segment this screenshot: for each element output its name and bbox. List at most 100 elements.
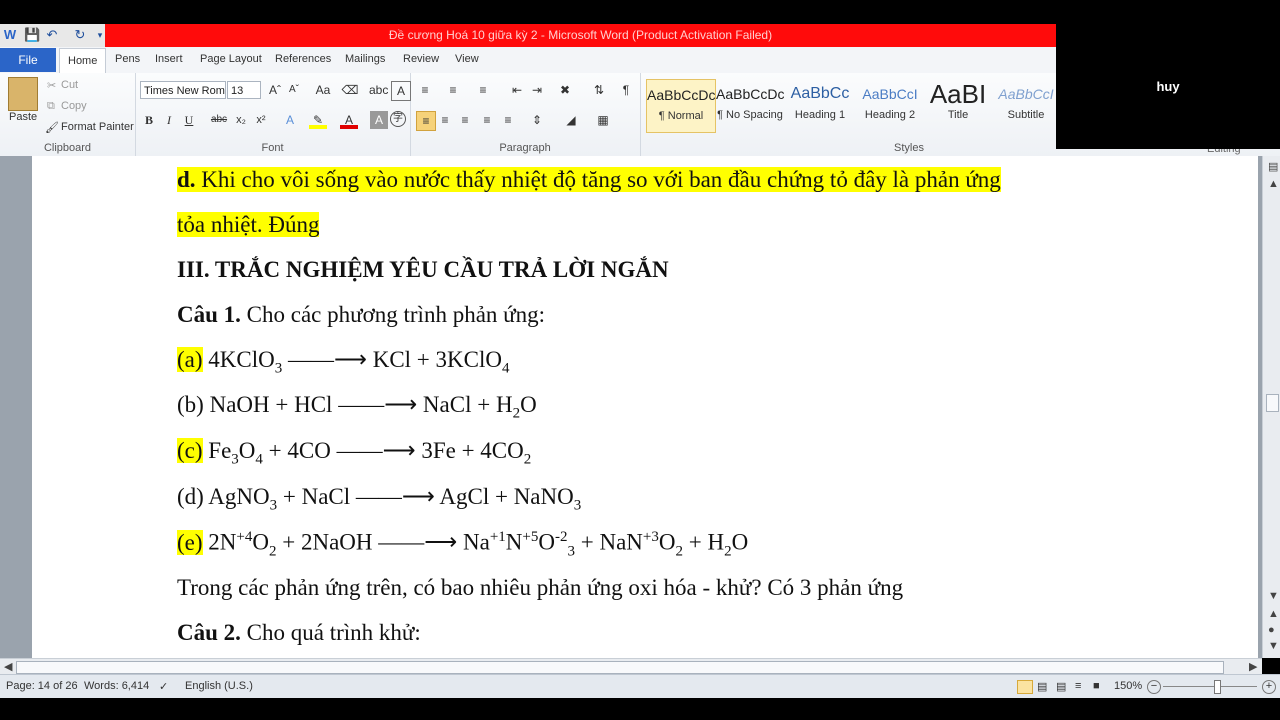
justify-icon[interactable]: ≡ (478, 111, 496, 129)
style-heading-1[interactable]: AaBbCc Heading 1 (786, 79, 854, 131)
proofing-icon[interactable]: ✓ (159, 680, 168, 693)
grow-font-icon[interactable]: Aˆ (266, 81, 284, 99)
paste-button[interactable]: Paste (9, 111, 37, 123)
doc-line-d-cont: tỏa nhiệt. Đúng (177, 212, 320, 238)
horizontal-scrollbar[interactable]: ◀ ▶ (0, 658, 1262, 675)
style-title[interactable]: AaBI Title (924, 79, 992, 131)
browse-object-icon[interactable]: ● (1268, 624, 1275, 636)
tab-view[interactable]: View (455, 53, 479, 65)
line-spacing-icon[interactable]: ⇕ (528, 111, 546, 129)
shrink-font-icon[interactable]: Aˇ (285, 81, 303, 99)
reaction-arrow: ——⟶ (378, 529, 458, 555)
reaction-c: (c) Fe3O4 + 4CO ——⟶ 3Fe + 4CO2 (177, 438, 532, 468)
tab-page-layout[interactable]: Page Layout (200, 53, 262, 65)
font-size-select[interactable]: 13 (227, 81, 261, 99)
align-center-icon[interactable]: ≡ (436, 111, 454, 129)
style-name: ¶ No Spacing (717, 109, 783, 121)
show-formatting-icon[interactable]: ¶ (617, 81, 635, 99)
tab-home[interactable]: Home (59, 48, 107, 73)
scroll-left-icon[interactable]: ◀ (4, 660, 12, 673)
tab-insert[interactable]: Insert (155, 53, 183, 65)
shading-icon[interactable]: ◢ (562, 111, 580, 129)
distributed-icon[interactable]: ≡ (499, 111, 517, 129)
previous-page-icon[interactable]: ▲ (1268, 608, 1279, 620)
clear-formatting-icon[interactable]: ⌫ (341, 81, 359, 99)
format-painter-icon: 🖌 (45, 122, 59, 134)
scroll-up-icon[interactable]: ▲ (1268, 178, 1279, 190)
italic-icon[interactable]: I (160, 111, 178, 129)
reaction-arrow: ——⟶ (336, 438, 416, 463)
format-painter-button[interactable]: Format Painter (61, 121, 134, 133)
borders-icon[interactable]: ▦ (594, 111, 612, 129)
style-subtitle[interactable]: AaBbCcI Subtitle (992, 79, 1060, 131)
subscript-icon[interactable]: x₂ (232, 111, 250, 129)
align-left-icon[interactable]: ≡ (416, 111, 436, 131)
align-right-icon[interactable]: ≡ (456, 111, 474, 129)
redo-icon[interactable]: ↻ (72, 27, 88, 43)
save-icon[interactable]: 💾 (24, 27, 40, 43)
strikethrough-icon[interactable]: abc (210, 111, 228, 129)
zoom-in-icon[interactable]: + (1262, 680, 1276, 694)
word-count[interactable]: Words: 6,414 (84, 680, 149, 692)
reaction-a-label: (a) (177, 347, 203, 372)
increase-indent-icon[interactable]: ⇥ (528, 81, 546, 99)
document-page[interactable]: d. Khi cho vôi sống vào nước thấy nhiệt … (32, 156, 1258, 658)
change-case-icon[interactable]: Aa (314, 81, 332, 99)
text-effects-icon[interactable]: A (281, 111, 299, 129)
style-no-spacing[interactable]: AaBbCcDc ¶ No Spacing (716, 79, 784, 131)
style-normal[interactable]: AaBbCcDc ¶ Normal (646, 79, 716, 133)
outline-icon[interactable]: ≡ (1075, 680, 1081, 692)
page-count[interactable]: Page: 14 of 26 (6, 680, 78, 692)
scroll-right-icon[interactable]: ▶ (1249, 660, 1257, 673)
cut-button[interactable]: Cut (61, 79, 78, 91)
draft-icon[interactable]: ■ (1093, 680, 1100, 692)
zoom-out-icon[interactable]: − (1147, 680, 1161, 694)
decrease-indent-icon[interactable]: ⇤ (508, 81, 526, 99)
zoom-slider-thumb[interactable] (1214, 680, 1221, 694)
style-preview: AaBbCcDc (716, 86, 784, 102)
next-page-icon[interactable]: ▼ (1268, 640, 1279, 652)
tab-pens[interactable]: Pens (115, 53, 140, 65)
font-group: Times New Rom 13 Aˆ Aˇ Aa ⌫ abc A B I U … (135, 73, 411, 156)
underline-icon[interactable]: U (180, 111, 198, 129)
multilevel-list-icon[interactable]: ≡ (474, 81, 492, 99)
zoom-level[interactable]: 150% (1114, 680, 1142, 692)
undo-icon[interactable]: ↶ (44, 27, 60, 43)
tab-references[interactable]: References (275, 53, 331, 65)
bold-icon[interactable]: B (140, 111, 158, 129)
print-layout-icon[interactable] (1017, 680, 1033, 694)
asian-layout-icon[interactable]: ✖ (556, 81, 574, 99)
scroll-down-icon[interactable]: ▼ (1268, 590, 1279, 602)
clipboard-group: Paste ✂ Cut ⧉ Copy 🖌 Format Painter Clip… (0, 73, 136, 156)
paste-icon[interactable] (8, 77, 38, 111)
sort-icon[interactable]: ⇅ (590, 81, 608, 99)
phonetic-guide-icon[interactable]: abc (369, 81, 388, 99)
web-layout-icon[interactable]: ▤ (1056, 680, 1066, 693)
char-shading-icon[interactable]: A (370, 111, 388, 129)
style-heading-2[interactable]: AaBbCcI Heading 2 (856, 79, 924, 131)
style-preview: AaBbCcI (998, 86, 1054, 102)
tab-file[interactable]: File (0, 48, 56, 72)
highlight-icon[interactable]: ✎ (309, 111, 327, 129)
tab-review[interactable]: Review (403, 53, 439, 65)
font-color-icon[interactable]: A (340, 111, 358, 129)
bullets-icon[interactable]: ≡ (416, 81, 434, 99)
word-app-icon[interactable]: W (2, 27, 18, 43)
tab-mailings[interactable]: Mailings (345, 53, 385, 65)
zoom-slider-track[interactable] (1163, 686, 1257, 687)
copy-button[interactable]: Copy (61, 100, 87, 112)
vertical-scroll-thumb[interactable] (1266, 394, 1279, 412)
superscript-icon[interactable]: x² (252, 111, 270, 129)
full-screen-reading-icon[interactable]: ▤ (1037, 680, 1047, 693)
ruler-toggle-icon[interactable]: ▤ (1268, 160, 1278, 173)
font-name-select[interactable]: Times New Rom (140, 81, 226, 99)
participant-video-overlay: huy (1056, 24, 1280, 149)
char-border-icon[interactable]: A (391, 81, 411, 101)
reaction-d: (d) AgNO3 + NaCl ——⟶ AgCl + NaNO3 (177, 484, 582, 514)
numbering-icon[interactable]: ≡ (444, 81, 462, 99)
vertical-scrollbar[interactable]: ▤ ▲ ▼ ▲ ● ▼ (1262, 156, 1280, 658)
language-indicator[interactable]: English (U.S.) (185, 680, 253, 692)
enclose-char-icon[interactable]: 字 (390, 111, 406, 127)
reaction-b-label: (b) (177, 392, 204, 417)
horizontal-scroll-thumb[interactable] (16, 661, 1224, 674)
